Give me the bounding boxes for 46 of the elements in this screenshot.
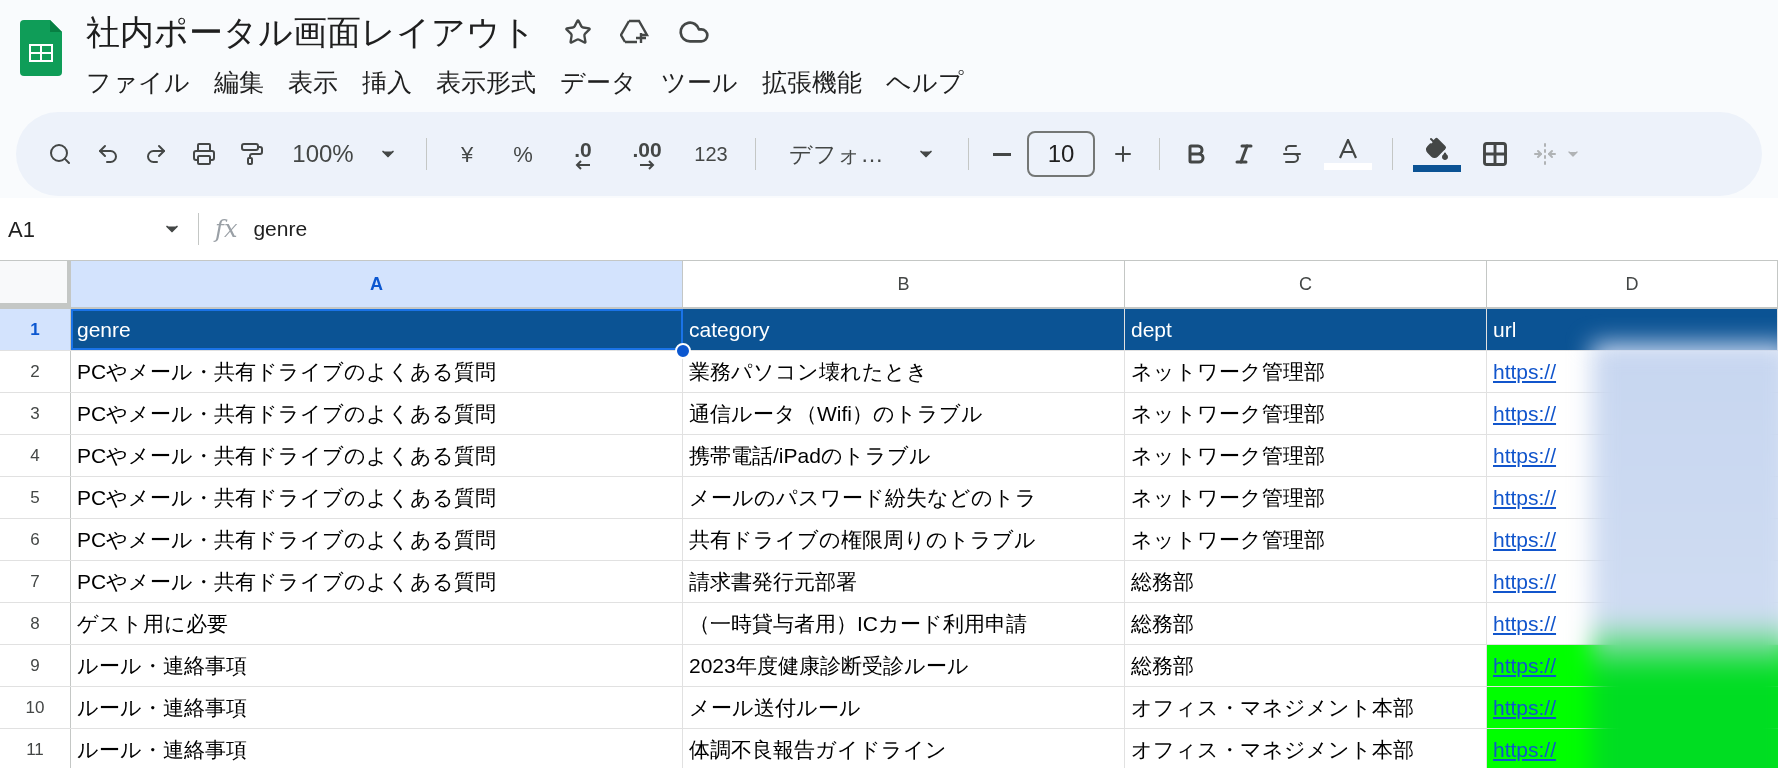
minus-icon	[993, 152, 1011, 156]
menu-item[interactable]: 編集	[206, 60, 272, 106]
search-icon	[48, 142, 72, 166]
strikethrough-icon	[1280, 142, 1304, 166]
function-label: fx	[212, 214, 239, 245]
paint-roller-icon	[240, 142, 264, 166]
spreadsheet-logo-icon[interactable]	[20, 20, 62, 76]
decimal-increase-button[interactable]: .00	[619, 134, 675, 174]
redo-icon	[144, 142, 168, 166]
star-icon[interactable]	[564, 18, 592, 46]
menu-item[interactable]: ツール	[653, 60, 746, 106]
menu-item[interactable]: ヘルプ	[878, 60, 972, 106]
header-cell: genre	[71, 309, 683, 350]
column-header[interactable]: A	[71, 261, 683, 307]
font-dropdown[interactable]: デフォ…	[772, 134, 952, 174]
link-cell[interactable]: https://	[1487, 687, 1587, 728]
letter-a-icon	[1337, 138, 1359, 159]
decimal-decrease-button[interactable]: .0	[555, 134, 611, 174]
grid-icon	[1481, 140, 1509, 168]
menu-item[interactable]: 表示形式	[428, 60, 544, 106]
drive-add-icon[interactable]	[620, 18, 650, 46]
paint-bucket-icon	[1425, 136, 1449, 161]
header-cell: dept	[1125, 309, 1487, 350]
left-arrow-icon	[575, 159, 591, 170]
menu-item[interactable]: 挿入	[354, 60, 420, 106]
menu-item[interactable]: データ	[552, 60, 645, 106]
menu-item[interactable]: 表示	[280, 60, 346, 106]
zoom-dropdown[interactable]: 100%	[280, 134, 410, 174]
row-header[interactable]: 1	[0, 309, 71, 350]
percent-button[interactable]: %	[499, 134, 547, 174]
link-cell[interactable]: https://	[1487, 645, 1587, 686]
right-arrow-icon	[639, 159, 655, 170]
header-cell: category	[683, 309, 1125, 350]
link-cell[interactable]: https://	[1487, 729, 1587, 768]
number-format-button[interactable]: 123	[683, 134, 739, 174]
font-size-field[interactable]: 10	[1027, 131, 1095, 177]
menu-item[interactable]: 拡張機能	[754, 60, 870, 106]
undo-icon	[96, 142, 120, 166]
menu-item[interactable]: ファイル	[78, 60, 198, 106]
currency-button[interactable]: ¥	[443, 134, 491, 174]
printer-icon	[192, 142, 216, 166]
formula-field[interactable]: genre	[245, 213, 1778, 245]
document-title[interactable]: 社内ポータル画面レイアウト	[86, 8, 536, 56]
cell-reference: A1	[8, 215, 35, 244]
merge-icon	[1533, 142, 1557, 166]
name-box[interactable]: A1	[0, 212, 190, 246]
